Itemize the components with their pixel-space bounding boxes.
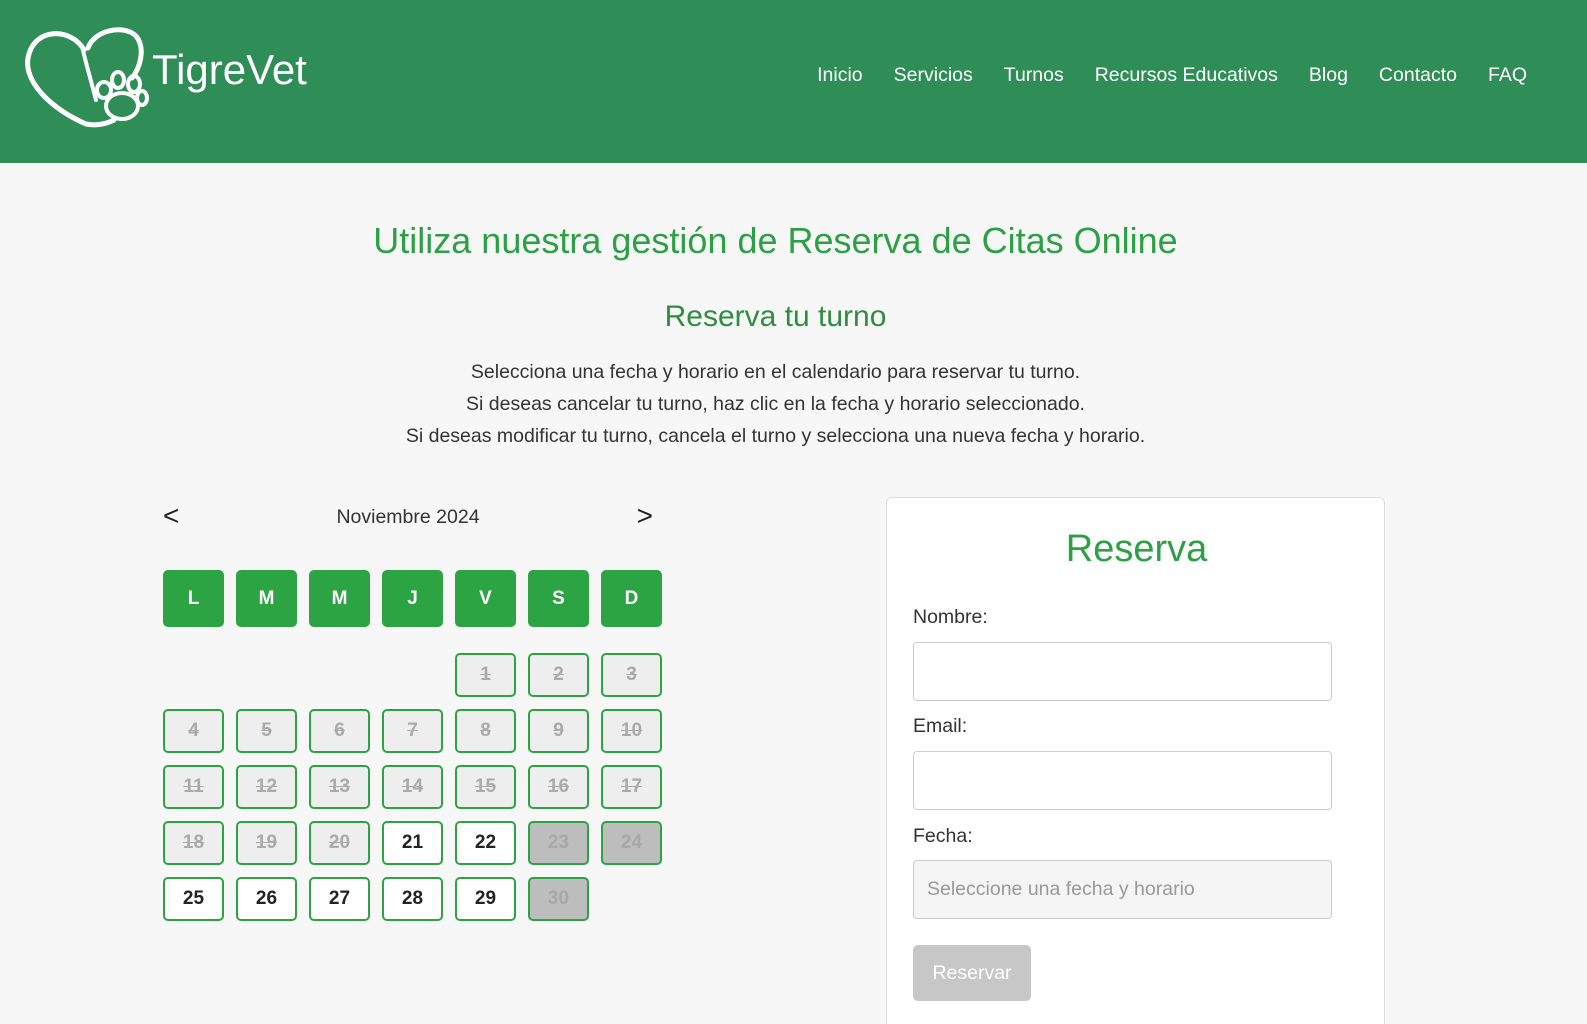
next-month-button[interactable]: > <box>637 500 653 532</box>
calendar-day-1: 1 <box>455 653 516 697</box>
date-label: Fecha: <box>913 825 973 847</box>
calendar-day-29[interactable]: 29 <box>455 877 516 921</box>
calendar-day-16: 16 <box>528 765 589 809</box>
calendar-day-13: 13 <box>309 765 370 809</box>
reserve-button[interactable]: Reservar <box>913 945 1031 1001</box>
calendar-day-25[interactable]: 25 <box>163 877 224 921</box>
calendar-day-19: 19 <box>236 821 297 865</box>
nav-link-turnos[interactable]: Turnos <box>1004 64 1064 87</box>
calendar-day-9: 9 <box>528 709 589 753</box>
calendar-day-23: 23 <box>528 821 589 865</box>
nav-link-recursos[interactable]: Recursos Educativos <box>1095 64 1278 87</box>
calendar-day-27[interactable]: 27 <box>309 877 370 921</box>
name-label: Nombre: <box>913 606 988 628</box>
weekday-header: V <box>455 570 516 627</box>
email-label: Email: <box>913 715 968 737</box>
calendar-day-4: 4 <box>163 709 224 753</box>
nav-link-inicio[interactable]: Inicio <box>817 64 863 87</box>
weekday-header: L <box>163 570 224 627</box>
reservation-card: Reserva Nombre: Email: Fecha: Reservar <box>886 497 1385 1024</box>
calendar-day-20: 20 <box>309 821 370 865</box>
calendar-day-17: 17 <box>601 765 662 809</box>
calendar-day-30: 30 <box>528 877 589 921</box>
calendar-day-11: 11 <box>163 765 224 809</box>
reservation-title: Reserva <box>1065 528 1208 570</box>
nav-link-blog[interactable]: Blog <box>1309 64 1348 87</box>
weekday-header: D <box>601 570 662 627</box>
page-title: Utiliza nuestra gestión de Reserva de Ci… <box>373 220 1178 261</box>
section-title: Reserva tu turno <box>664 300 887 333</box>
instruction-line: Si deseas modificar tu turno, cancela el… <box>405 425 1146 447</box>
instruction-line: Si deseas cancelar tu turno, haz clic en… <box>466 393 1085 415</box>
instructions: Selecciona una fecha y horario en el cal… <box>0 356 1551 452</box>
main-nav: Inicio Servicios Turnos Recursos Educati… <box>817 64 1527 87</box>
calendar-day-3: 3 <box>601 653 662 697</box>
calendar-month-label: Noviembre 2024 <box>336 506 480 528</box>
calendar-day-6: 6 <box>309 709 370 753</box>
calendar-day-5: 5 <box>236 709 297 753</box>
calendar-day-28[interactable]: 28 <box>382 877 443 921</box>
calendar-day-2: 2 <box>528 653 589 697</box>
heart-paw-icon <box>25 27 149 128</box>
calendar-day-15: 15 <box>455 765 516 809</box>
calendar-day-7: 7 <box>382 709 443 753</box>
email-input[interactable] <box>913 751 1332 810</box>
weekday-header: J <box>382 570 443 627</box>
calendar-day-24: 24 <box>601 821 662 865</box>
calendar-day-22[interactable]: 22 <box>455 821 516 865</box>
calendar-day-12: 12 <box>236 765 297 809</box>
calendar-day-8: 8 <box>455 709 516 753</box>
name-input[interactable] <box>913 642 1332 701</box>
brand-logo[interactable]: TigreVet <box>24 24 307 130</box>
nav-link-contacto[interactable]: Contacto <box>1379 64 1457 87</box>
weekday-header: M <box>236 570 297 627</box>
calendar-day-21[interactable]: 21 <box>382 821 443 865</box>
weekday-header: S <box>528 570 589 627</box>
calendar-day-14: 14 <box>382 765 443 809</box>
calendar-day-18: 18 <box>163 821 224 865</box>
nav-link-servicios[interactable]: Servicios <box>894 64 973 87</box>
calendar-header: < Noviembre 2024 > <box>163 500 665 536</box>
weekday-header: M <box>309 570 370 627</box>
calendar-day-10: 10 <box>601 709 662 753</box>
site-header: TigreVet Inicio Servicios Turnos Recurso… <box>0 0 1587 163</box>
instruction-line: Selecciona una fecha y horario en el cal… <box>470 361 1081 383</box>
brand-name: TigreVet <box>152 46 307 93</box>
calendar-day-26[interactable]: 26 <box>236 877 297 921</box>
date-input[interactable] <box>913 860 1332 919</box>
nav-link-faq[interactable]: FAQ <box>1488 64 1527 87</box>
